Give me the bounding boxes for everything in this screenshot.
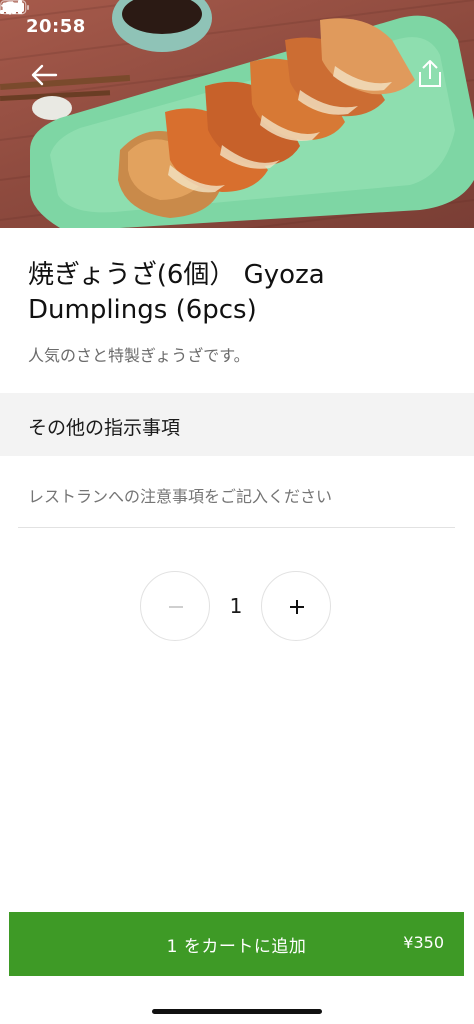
- back-button[interactable]: [26, 58, 62, 92]
- quantity-value: 1: [229, 594, 243, 618]
- instructions-header-label: その他の指示事項: [28, 417, 181, 439]
- share-icon: [419, 60, 441, 87]
- battery-icon: [0, 0, 29, 15]
- plus-icon: [290, 600, 304, 614]
- arrow-left-icon: [31, 64, 58, 86]
- instructions-section-header: その他の指示事項: [0, 393, 474, 456]
- share-button[interactable]: [414, 58, 446, 90]
- add-to-cart-button[interactable]: 1 をカートに追加 ¥350: [9, 912, 464, 976]
- minus-icon: [169, 606, 183, 608]
- home-indicator: [152, 1009, 322, 1014]
- add-to-cart-price: ¥350: [403, 933, 444, 952]
- add-to-cart-label: 1 をカートに追加: [166, 937, 307, 957]
- status-bar: 20:58: [0, 0, 474, 54]
- item-title: 焼ぎょうざ(6個） Gyoza Dumplings (6pcs): [28, 260, 325, 325]
- special-instructions-input[interactable]: [18, 466, 455, 528]
- hero-image: 20:58: [0, 0, 474, 228]
- item-description: 人気のさと特製ぎょうざです。: [28, 346, 250, 365]
- decrease-quantity-button[interactable]: [140, 571, 210, 641]
- increase-quantity-button[interactable]: [261, 571, 331, 641]
- status-time: 20:58: [26, 16, 86, 37]
